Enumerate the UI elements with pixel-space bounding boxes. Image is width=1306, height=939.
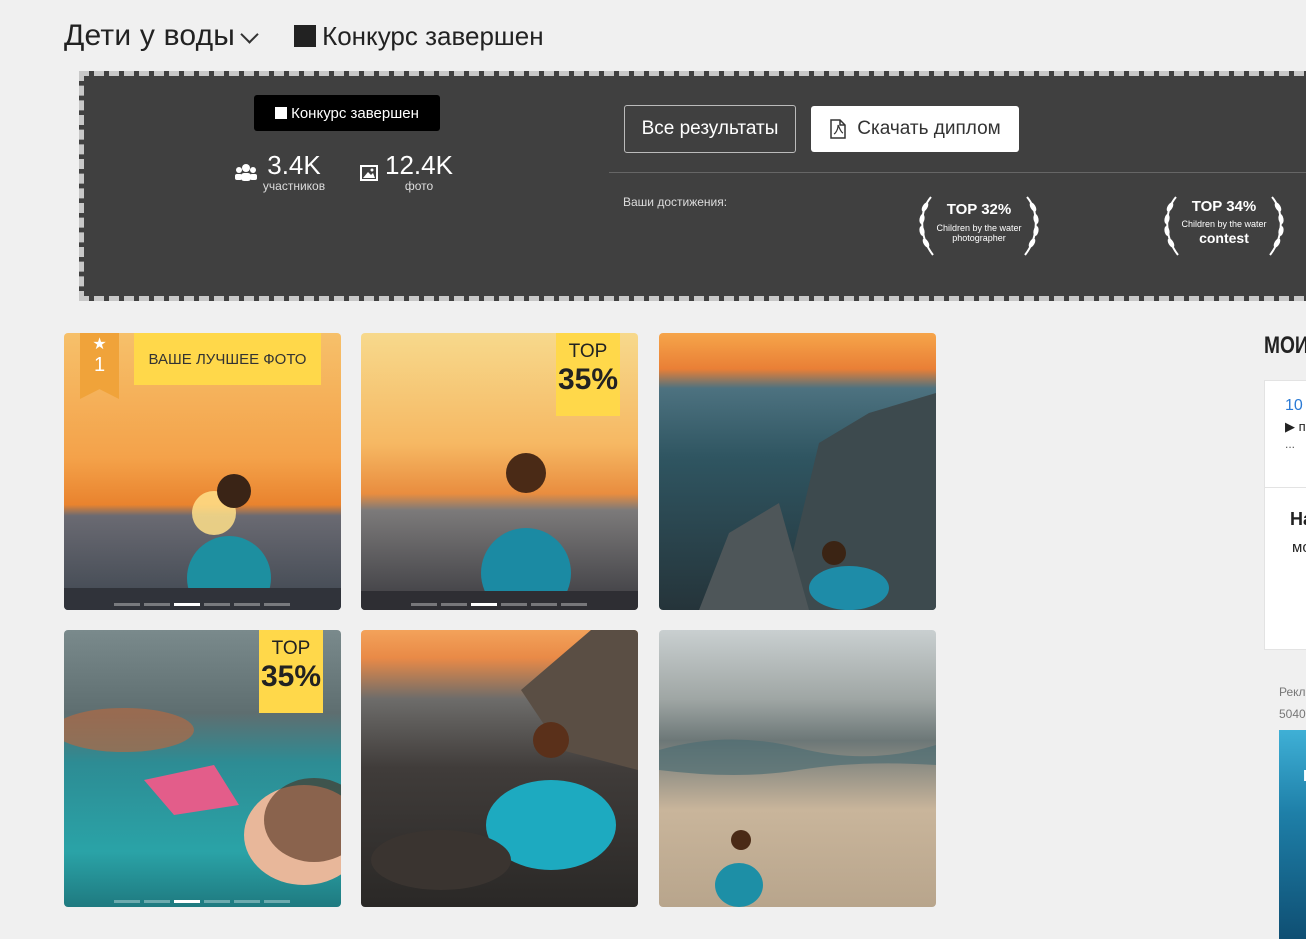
contest-status: Конкурс завершен [294, 21, 544, 52]
ad-banner[interactable]: П [1279, 730, 1306, 939]
top-word: TOP [568, 341, 608, 362]
ad-label: Рекл [1279, 685, 1306, 699]
best-photo-label: ВАШЕ ЛУЧШЕЕ ФОТО [134, 333, 321, 385]
chevron-down-icon[interactable] [240, 24, 259, 44]
contest-header: Дети у воды Конкурс завершен [64, 14, 544, 58]
sidebar-item-text[interactable]: ▶ п [1285, 419, 1306, 435]
sidebar-item-more: ... [1285, 437, 1296, 451]
participants-count: 3.4K [267, 150, 321, 180]
stop-square-icon [275, 107, 288, 119]
photo-card-4[interactable]: TOP 35% [64, 630, 341, 907]
participants-label: участников [262, 179, 326, 193]
star-icon: ★ [92, 336, 107, 353]
sidebar-title: МОИ [1264, 332, 1306, 359]
photo-image [699, 393, 936, 610]
photo-image [371, 630, 638, 890]
carousel-dots[interactable] [114, 603, 290, 606]
participants-stat: 3.4K участников [259, 151, 329, 193]
best-rank: 1 [93, 354, 106, 376]
award-top-contest[interactable]: TOP 34% Children by the water contest [1162, 193, 1286, 259]
photos-count: 12.4K [385, 150, 453, 180]
sidebar-divider [1265, 487, 1306, 488]
carousel-dots[interactable] [114, 900, 290, 903]
top-percent: 35% [557, 363, 619, 396]
photo-card-5[interactable] [361, 630, 638, 907]
image-icon [360, 165, 378, 181]
all-results-button[interactable]: Все результаты [624, 105, 796, 153]
download-diploma-label: Скачать диплом [857, 118, 1001, 139]
award-category-text: Children by the water [1181, 219, 1267, 229]
photo-card-6[interactable] [659, 630, 936, 907]
award-top-text: TOP 32% [946, 201, 1012, 218]
top-word: TOP [271, 638, 311, 659]
award-top-photographer[interactable]: TOP 32% Children by the water photograph… [917, 193, 1041, 259]
photo-card-3[interactable] [659, 333, 936, 610]
award-role-text: contest [1199, 230, 1249, 246]
contest-status-text: Конкурс завершен [322, 20, 544, 51]
status-badge-text: Конкурс завершен [291, 104, 419, 122]
photo-image [659, 739, 936, 907]
photos-stat: 12.4K фото [384, 151, 454, 193]
top-percent-tag: TOP 35% [259, 630, 323, 713]
ad-id: 5040 [1279, 707, 1306, 721]
photo-card-2[interactable]: TOP 35% [361, 333, 638, 610]
panel-divider [609, 172, 1306, 173]
photo-card-1[interactable]: ★ 1 ВАШЕ ЛУЧШЕЕ ФОТО [64, 333, 341, 610]
sidebar-section-title: На [1290, 509, 1306, 529]
status-badge: Конкурс завершен [254, 95, 440, 131]
achievements-label: Ваши достижения: [623, 195, 728, 209]
download-diploma-button[interactable]: Скачать диплом [811, 106, 1019, 152]
top-percent-tag: TOP 35% [556, 333, 620, 416]
users-icon [235, 164, 257, 181]
stop-square-icon [294, 25, 317, 47]
sidebar-card: 10 ▶ п ... На мо [1264, 380, 1306, 650]
carousel-dots[interactable] [411, 603, 587, 606]
award-top-text: TOP 34% [1191, 198, 1257, 215]
contest-title[interactable]: Дети у воды [64, 19, 235, 53]
sidebar-item-link[interactable]: 10 [1285, 397, 1303, 415]
sidebar-section-text: мо [1292, 539, 1306, 556]
photos-label: фото [404, 179, 434, 193]
pdf-file-icon [830, 119, 847, 139]
top-percent: 35% [260, 660, 322, 693]
contest-summary-panel: Конкурс завершен 3.4K участников 12.4K ф… [79, 71, 1306, 301]
award-role-text: photographer [952, 233, 1006, 243]
